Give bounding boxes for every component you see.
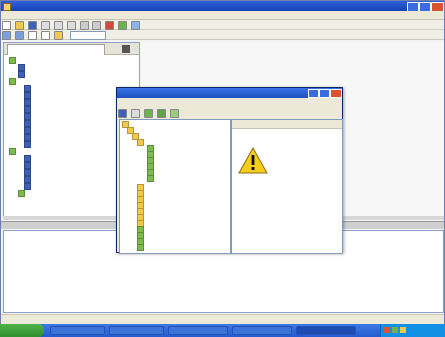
run-icon[interactable]: [118, 21, 128, 30]
dialog-title-bar: [117, 88, 342, 98]
dialog-menu-bar: [117, 99, 342, 107]
node-icon: [24, 92, 31, 99]
ok-status-icon: [137, 244, 144, 251]
node-icon: [18, 64, 25, 71]
taskbar-item[interactable]: [296, 326, 356, 335]
tree-node[interactable]: [9, 78, 18, 86]
node-icon: [24, 106, 31, 113]
undo-icon[interactable]: [79, 21, 89, 30]
dialog-close-button[interactable]: [330, 89, 342, 98]
node-icon: [24, 162, 31, 169]
node-icon: [24, 183, 31, 190]
taskbar-item[interactable]: [168, 326, 228, 335]
main-title-bar: [1, 1, 444, 12]
taskbar: [0, 324, 445, 337]
start-button[interactable]: [0, 324, 44, 337]
node-icon: [24, 113, 31, 120]
warning-icon: [238, 147, 268, 174]
new-file-icon[interactable]: [2, 21, 11, 30]
node-icon: [18, 190, 25, 197]
tree-node[interactable]: [18, 71, 27, 79]
node-icon: [24, 155, 31, 162]
node-icon: [24, 176, 31, 183]
node-icon: [24, 99, 31, 106]
debug-icon[interactable]: [131, 21, 141, 30]
tree-node[interactable]: [9, 57, 18, 65]
forward-icon[interactable]: [14, 31, 24, 40]
node-icon: [9, 57, 16, 64]
node-icon: [24, 169, 31, 176]
taskbar-item[interactable]: [232, 326, 292, 335]
tab-strip: [4, 43, 139, 55]
config-dropdown[interactable]: [69, 31, 106, 40]
integrity-dialog: [116, 87, 343, 254]
tray-icon[interactable]: [384, 327, 390, 333]
dialog-refresh-icon[interactable]: [156, 109, 166, 118]
node-icon: [24, 134, 31, 141]
status-bar: [1, 314, 444, 324]
node-icon: [24, 141, 31, 148]
paste-icon[interactable]: [66, 21, 76, 30]
dialog-tree-pane: [119, 119, 231, 254]
tree-node[interactable]: [24, 141, 33, 149]
node-icon: [9, 78, 16, 85]
dialog-message-pane: [231, 119, 343, 254]
dialog-expand-icon[interactable]: [169, 109, 179, 118]
dialog-check-icon[interactable]: [143, 109, 153, 118]
search-icon[interactable]: [27, 31, 37, 40]
node-icon: [24, 127, 31, 134]
menu-bar: [1, 11, 444, 20]
tray-icon[interactable]: [400, 327, 406, 333]
tab-close-icon[interactable]: [122, 45, 130, 53]
dialog-tree-node[interactable]: [137, 139, 146, 147]
folder-icon: [137, 139, 144, 146]
save-icon[interactable]: [27, 21, 37, 30]
node-icon: [24, 85, 31, 92]
node-icon: [18, 71, 25, 78]
tree-node[interactable]: [9, 148, 18, 156]
desktop: [0, 0, 445, 337]
tab-active[interactable]: [7, 44, 105, 55]
back-icon[interactable]: [2, 31, 11, 40]
cut-icon[interactable]: [40, 21, 50, 30]
stop-icon[interactable]: [105, 21, 115, 30]
app-icon: [3, 3, 11, 11]
dialog-tree-node[interactable]: [137, 244, 146, 252]
dialog-save-icon[interactable]: [118, 109, 127, 118]
taskbar-item[interactable]: [50, 326, 105, 335]
ok-status-icon: [147, 175, 154, 182]
node-icon: [24, 120, 31, 127]
copy-icon[interactable]: [53, 21, 63, 30]
dialog-tree-node[interactable]: [147, 175, 156, 183]
dialog-maximize-button[interactable]: [319, 89, 330, 98]
build-icon[interactable]: [53, 31, 63, 40]
tree-node[interactable]: [18, 190, 27, 198]
toolbar-2: [1, 30, 444, 40]
tray-icon[interactable]: [392, 327, 398, 333]
taskbar-item[interactable]: [109, 326, 164, 335]
system-tray: [380, 324, 445, 337]
dialog-minimize-button[interactable]: [308, 89, 319, 98]
dialog-toolbar: [117, 108, 342, 118]
message-line: [232, 129, 342, 131]
toolbar-1: [1, 20, 444, 30]
find-icon[interactable]: [40, 31, 50, 40]
node-icon: [9, 148, 16, 155]
message-header: [232, 120, 342, 129]
open-folder-icon[interactable]: [14, 21, 24, 30]
redo-icon[interactable]: [92, 21, 102, 30]
dialog-print-icon[interactable]: [130, 109, 140, 118]
